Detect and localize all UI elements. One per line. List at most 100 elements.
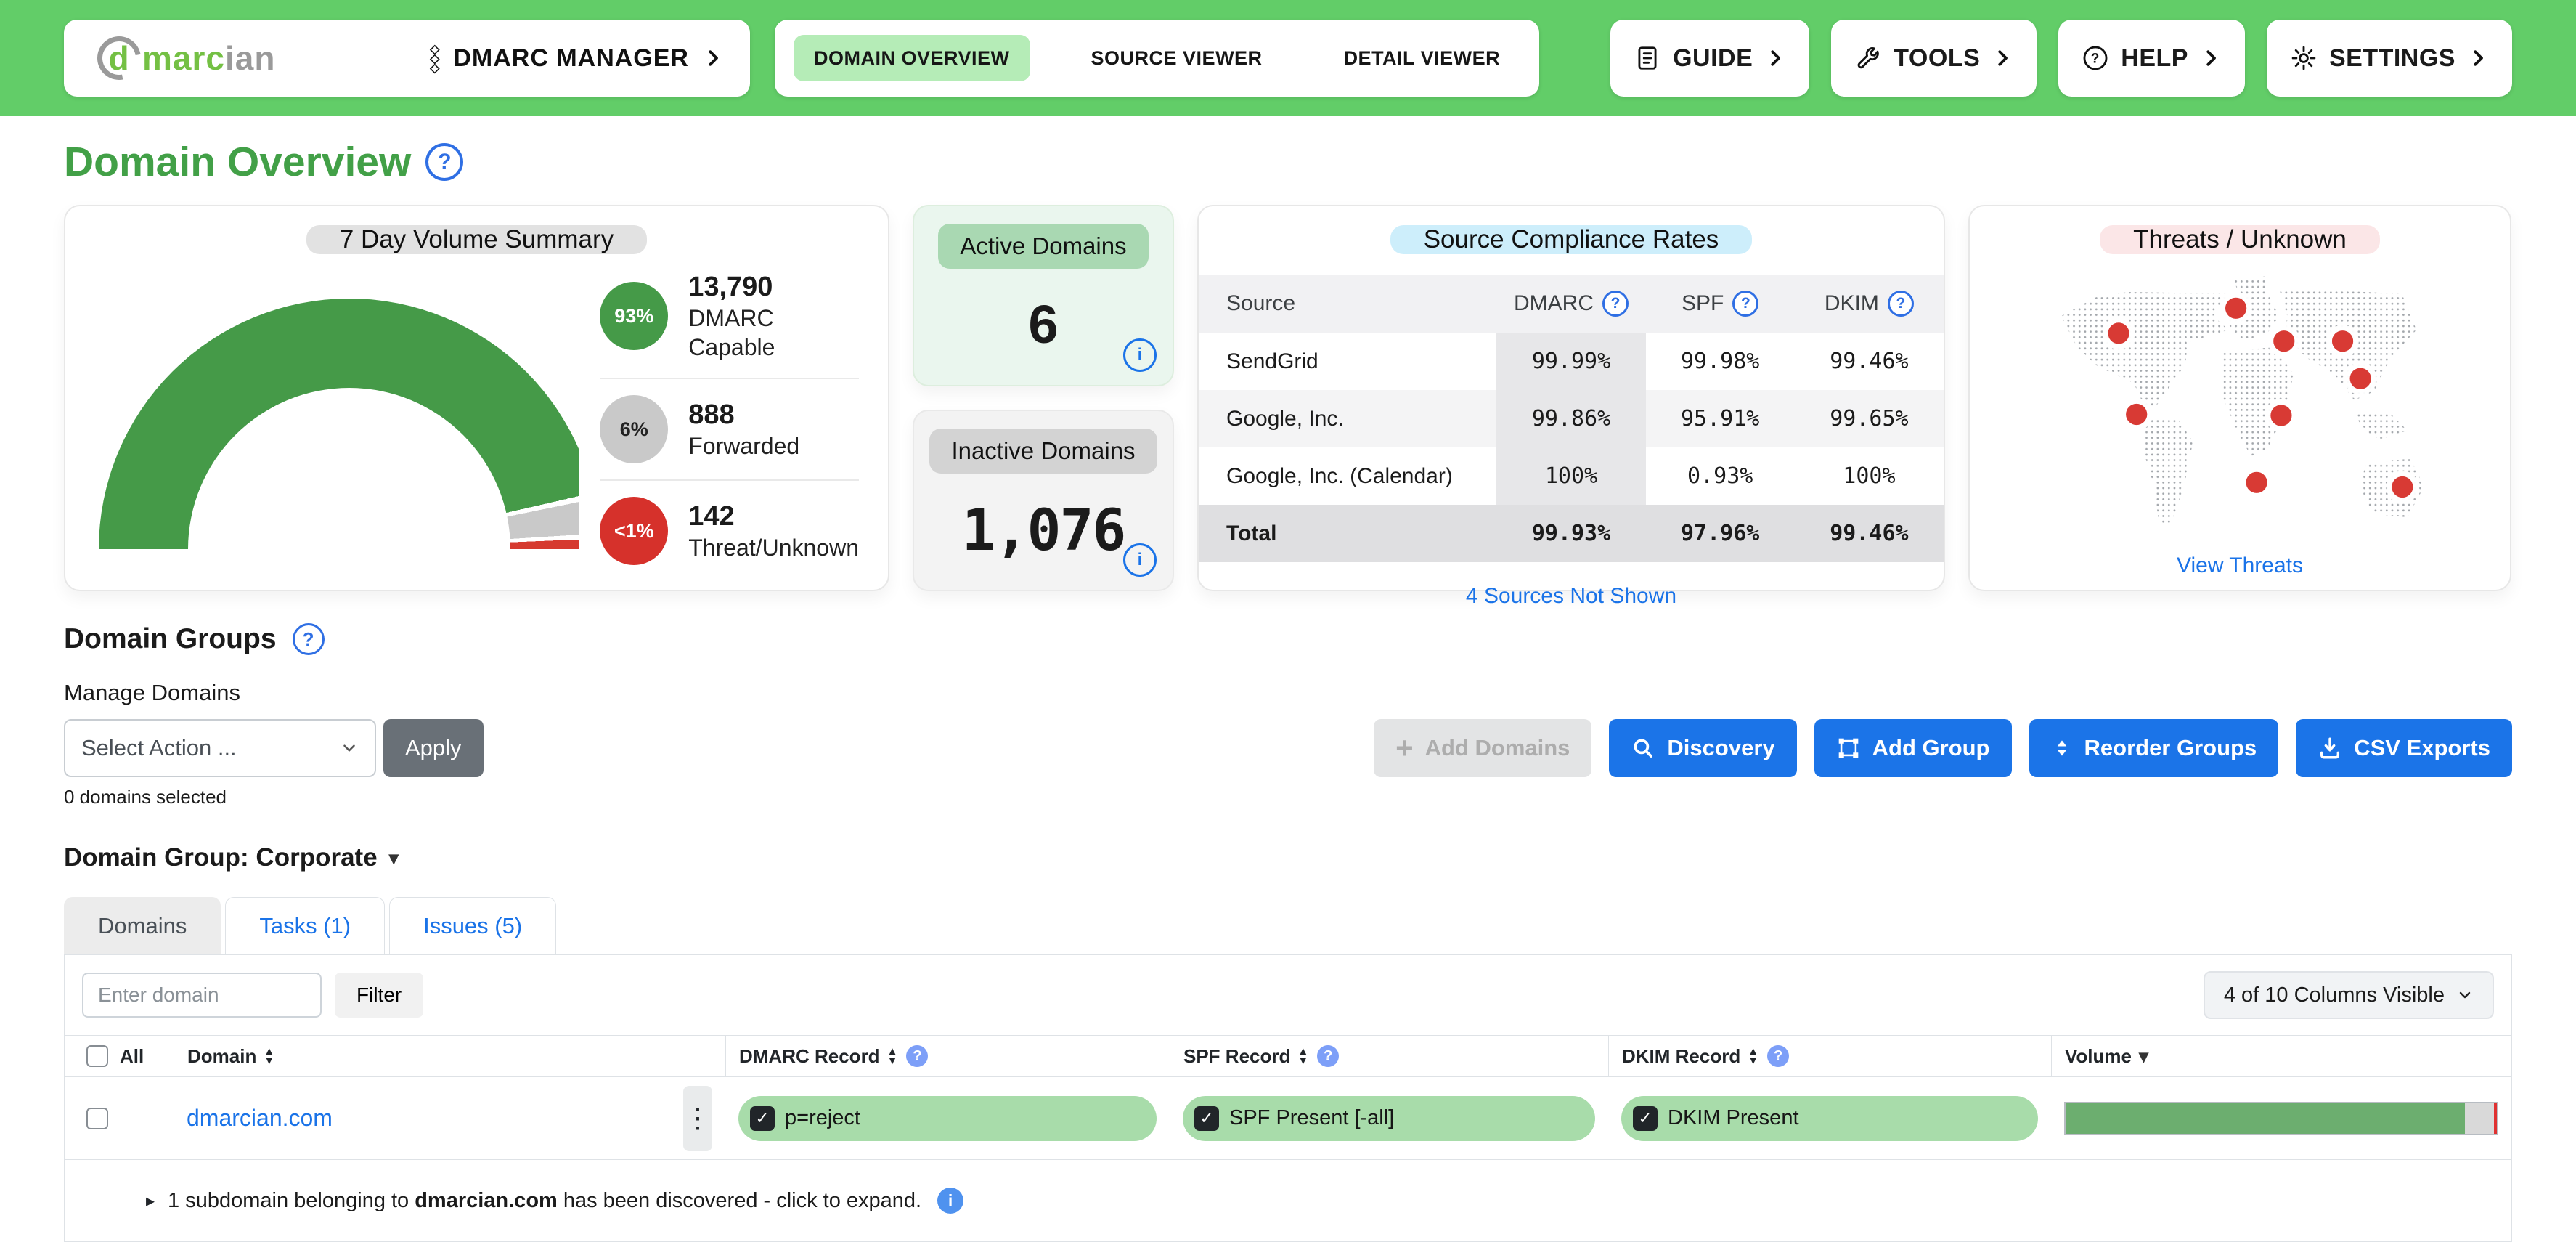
stat-value: 142 <box>688 500 859 533</box>
help-menu[interactable]: ? HELP <box>2058 20 2245 97</box>
chevron-right-icon <box>2200 47 2222 69</box>
domain-link[interactable]: dmarcian.com <box>187 1105 333 1132</box>
sort-icon: ▲▼ <box>887 1047 898 1066</box>
table-row: Google, Inc. (Calendar) 100% 0.93% 100% <box>1199 447 1944 505</box>
columns-visible-dropdown[interactable]: 4 of 10 Columns Visible <box>2204 971 2494 1019</box>
brand-pill: dmarcian ◇◇◇ DMARC MANAGER <box>64 20 750 97</box>
sort-icon: ▲▼ <box>264 1047 274 1066</box>
all-header: All <box>120 1045 144 1068</box>
page-title: Domain Overview <box>64 138 411 186</box>
domain-column-header[interactable]: Domain ▲▼ <box>174 1036 725 1076</box>
volume-gray-segment <box>2465 1103 2494 1134</box>
check-icon: ✓ <box>1194 1106 1219 1131</box>
dmarcian-logo[interactable]: dmarcian <box>96 35 275 81</box>
domain-group-label[interactable]: Domain Group: Corporate <box>64 843 378 872</box>
domain-groups-help-icon[interactable]: ? <box>293 623 325 655</box>
help-icon[interactable]: ? <box>1732 291 1758 317</box>
stat-value: 888 <box>688 398 799 431</box>
settings-menu[interactable]: SETTINGS <box>2267 20 2512 97</box>
chevron-right-icon <box>702 47 724 69</box>
stat-percent-badge: 6% <box>600 395 668 463</box>
filter-button[interactable]: Filter <box>335 973 423 1018</box>
table-row: dmarcian.com ⋮ ✓ p=reject ✓ SPF Present … <box>65 1077 2511 1159</box>
discovery-button[interactable]: Discovery <box>1609 719 1796 777</box>
logo-marc: marc <box>142 38 225 78</box>
volume-column-header[interactable]: Volume ▾ <box>2051 1036 2511 1076</box>
col-dmarc: DMARC? <box>1496 275 1645 333</box>
filter-bar: Filter 4 of 10 Columns Visible <box>65 955 2511 1035</box>
tab-tasks[interactable]: Tasks (1) <box>225 897 385 954</box>
add-domains-button[interactable]: + Add Domains <box>1374 719 1591 777</box>
stat-forwarded: 6% 888 Forwarded <box>600 378 859 479</box>
inactive-domains-title: Inactive Domains <box>929 429 1157 474</box>
inactive-domains-count: 1,076 <box>962 498 1125 564</box>
tools-menu[interactable]: TOOLS <box>1831 20 2037 97</box>
note-suffix: has been discovered - click to expand. <box>563 1189 921 1213</box>
table-header-row: All Domain ▲▼ DMARC Record ▲▼ ? SPF Reco… <box>65 1035 2511 1077</box>
chevron-right-icon <box>1764 47 1786 69</box>
stat-label: Forwarded <box>688 431 799 460</box>
help-icon[interactable]: ? <box>1602 291 1629 317</box>
stat-percent-badge: <1% <box>600 497 668 565</box>
guide-menu[interactable]: GUIDE <box>1610 20 1809 97</box>
gauge-arc <box>99 299 579 551</box>
tab-issues[interactable]: Issues (5) <box>389 897 556 954</box>
note-prefix: 1 subdomain belonging to <box>168 1189 409 1213</box>
stat-label: DMARC Capable <box>688 304 859 362</box>
csv-exports-button[interactable]: CSV Exports <box>2296 719 2512 777</box>
dkim-record-column-header[interactable]: DKIM Record ▲▼ ? <box>1608 1036 2051 1076</box>
apply-button[interactable]: Apply <box>383 719 484 777</box>
threat-map <box>1989 263 2490 553</box>
row-kebab-menu[interactable]: ⋮ <box>683 1086 712 1151</box>
volume-green-segment <box>2066 1103 2465 1134</box>
dkim-record-badge[interactable]: ✓ DKIM Present <box>1621 1096 2038 1141</box>
page-help-icon[interactable]: ? <box>425 143 463 181</box>
subdomain-expand-row[interactable]: ▸ 1 subdomain belonging to dmarcian.com … <box>65 1159 2511 1241</box>
spf-record-badge[interactable]: ✓ SPF Present [-all] <box>1183 1096 1595 1141</box>
action-select-value: Select Action ... <box>81 735 237 761</box>
volume-stats: 93% 13,790 DMARC Capable 6% 888 Forwarde… <box>600 254 859 581</box>
wrench-icon <box>1854 44 1882 72</box>
tab-detail-viewer[interactable]: DETAIL VIEWER <box>1324 35 1521 81</box>
spf-record-column-header[interactable]: SPF Record ▲▼ ? <box>1170 1036 1608 1076</box>
view-tabs-pill: DOMAIN OVERVIEW SOURCE VIEWER DETAIL VIE… <box>775 20 1539 97</box>
group-tabs: Domains Tasks (1) Issues (5) <box>64 897 2512 954</box>
help-label: HELP <box>2121 44 2188 73</box>
stat-value: 13,790 <box>688 270 859 304</box>
active-domains-count: 6 <box>1028 293 1058 355</box>
action-select[interactable]: Select Action ... <box>64 719 376 777</box>
help-icon[interactable]: ? <box>1888 291 1914 317</box>
dmarc-record-column-header[interactable]: DMARC Record ▲▼ ? <box>725 1036 1170 1076</box>
product-label: DMARC MANAGER <box>453 44 689 73</box>
row-checkbox[interactable] <box>86 1108 108 1129</box>
dmarc-record-badge[interactable]: ✓ p=reject <box>738 1096 1157 1141</box>
select-all-checkbox[interactable] <box>86 1045 108 1067</box>
volume-red-segment <box>2494 1103 2497 1134</box>
help-icon[interactable]: ? <box>1317 1045 1339 1067</box>
tab-domains[interactable]: Domains <box>64 897 221 954</box>
object-group-icon <box>1836 736 1861 760</box>
help-icon[interactable]: ? <box>906 1045 928 1067</box>
active-domains-title: Active Domains <box>938 224 1148 269</box>
help-icon[interactable]: ? <box>1767 1045 1789 1067</box>
caret-down-icon[interactable]: ▾ <box>389 847 399 869</box>
note-domain: dmarcian.com <box>415 1189 558 1213</box>
volume-summary-title: 7 Day Volume Summary <box>306 225 647 254</box>
view-threats-link[interactable]: View Threats <box>2177 553 2303 577</box>
sort-icon: ▲▼ <box>1748 1047 1758 1066</box>
sources-not-shown-link[interactable]: 4 Sources Not Shown <box>1466 584 1676 608</box>
add-group-button[interactable]: Add Group <box>1814 719 2012 777</box>
info-icon[interactable]: i <box>937 1188 963 1214</box>
stat-label: Threat/Unknown <box>688 533 859 562</box>
info-icon[interactable]: i <box>1123 338 1157 372</box>
domain-filter-input[interactable] <box>82 973 322 1018</box>
logo-letter-d: d <box>96 35 142 81</box>
gear-icon <box>2290 44 2318 72</box>
product-menu-dmarc-manager[interactable]: ◇◇◇ DMARC MANAGER <box>430 44 724 73</box>
info-icon[interactable]: i <box>1123 543 1157 577</box>
reorder-groups-button[interactable]: Reorder Groups <box>2029 719 2279 777</box>
active-domains-card: Active Domains 6 i <box>913 205 1174 386</box>
stacked-diamonds-icon: ◇◇◇ <box>430 44 440 73</box>
tab-domain-overview[interactable]: DOMAIN OVERVIEW <box>794 35 1030 81</box>
tab-source-viewer[interactable]: SOURCE VIEWER <box>1071 35 1283 81</box>
